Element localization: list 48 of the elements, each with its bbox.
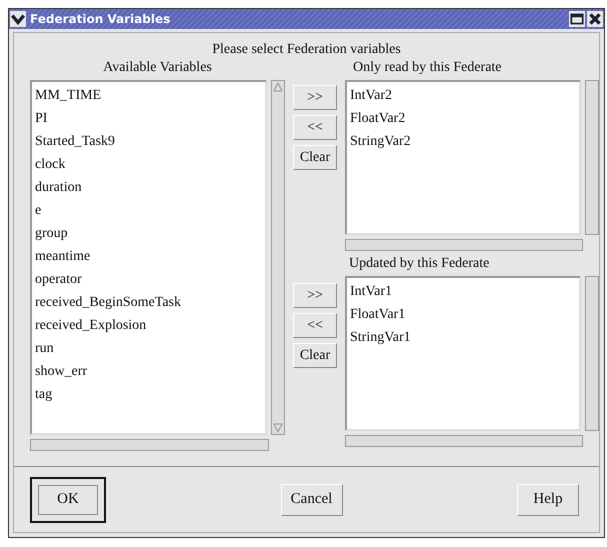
list-label: Only read by this Federate (353, 60, 502, 77)
heading-text: Please select Federation variables (211, 42, 402, 59)
maximize-icon[interactable] (569, 11, 585, 27)
move-button[interactable]: Clear (293, 343, 337, 368)
move-button[interactable]: >> (293, 85, 337, 110)
list-item[interactable]: IntVar2 (350, 84, 576, 107)
list-item[interactable]: received_BeginSomeTask (35, 291, 262, 314)
vertical-scrollbar[interactable] (585, 80, 599, 235)
chevron-down-icon[interactable] (10, 11, 26, 27)
list-item[interactable]: e (35, 199, 262, 222)
move-button[interactable]: >> (293, 283, 337, 308)
horizontal-scrollbar[interactable] (345, 435, 583, 447)
move-button[interactable]: Clear (293, 145, 337, 170)
dialog-button[interactable]: Cancel (280, 484, 342, 516)
list-item[interactable]: received_Explosion (35, 314, 262, 337)
vertical-scrollbar[interactable] (585, 276, 599, 431)
list-item[interactable]: StringVar2 (350, 130, 576, 153)
move-button[interactable]: << (293, 313, 337, 338)
variable-list[interactable]: IntVar1 FloatVar1 StringVar1 (345, 276, 581, 431)
close-icon[interactable] (587, 11, 603, 27)
list-item[interactable]: FloatVar1 (350, 303, 576, 326)
list-label: Available Variables (102, 60, 213, 77)
list-item[interactable]: FloatVar2 (350, 107, 576, 130)
list-item[interactable]: IntVar1 (350, 280, 576, 303)
down-arrow-icon[interactable] (273, 423, 283, 433)
list-item[interactable]: operator (35, 268, 262, 291)
dialog-button[interactable]: Help (517, 484, 579, 516)
list-item[interactable]: duration (35, 176, 262, 199)
dialog-button[interactable]: OK (30, 476, 106, 522)
move-button[interactable]: << (293, 115, 337, 140)
list-item[interactable]: run (35, 337, 262, 360)
list-item[interactable]: group (35, 222, 262, 245)
horizontal-scrollbar[interactable] (30, 439, 269, 451)
variable-list[interactable]: IntVar2 FloatVar2 StringVar2 (345, 80, 581, 235)
window-title: Federation Variables (30, 12, 170, 26)
list-item[interactable]: PI (35, 107, 262, 130)
list-item[interactable]: MM_TIME (35, 84, 262, 107)
list-item[interactable]: clock (35, 153, 262, 176)
horizontal-scrollbar[interactable] (345, 239, 583, 251)
list-item[interactable]: tag (35, 383, 262, 406)
vertical-scrollbar[interactable] (271, 80, 285, 435)
list-item[interactable]: show_err (35, 360, 262, 383)
up-arrow-icon[interactable] (273, 82, 283, 92)
list-item[interactable]: meantime (35, 245, 262, 268)
variable-list[interactable]: MM_TIME PI Started_Task9 clock duration e group meantime operator received_BeginSomeTask received_Explosion run show_err tag (30, 80, 267, 435)
list-item[interactable]: StringVar1 (350, 326, 576, 349)
list-label: Updated by this Federate (348, 256, 490, 273)
list-item[interactable]: Started_Task9 (35, 130, 262, 153)
